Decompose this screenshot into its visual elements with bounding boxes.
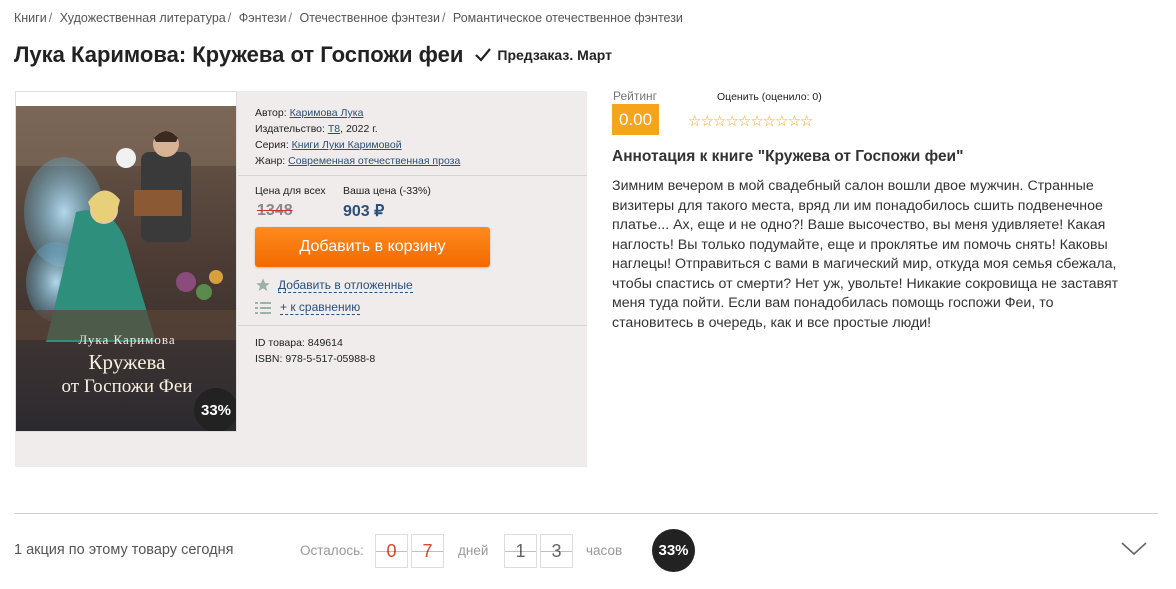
annotation-text: Зимним вечером в мой свадебный салон вош…	[612, 178, 1119, 331]
page-title: Лука Каримова: Кружева от Госпожи феи	[14, 42, 464, 67]
breadcrumb-item-romantic-fantasy[interactable]: Романтическое отечественное фэнтези	[453, 11, 683, 25]
price-new: 903 ₽	[343, 203, 385, 220]
meta-publisher-label: Издательство:	[255, 123, 325, 135]
countdown-days-digit: 0	[375, 534, 408, 568]
price-your-label: Ваша цена (-33%)	[343, 185, 431, 197]
checkmark-icon	[475, 48, 492, 62]
product-card: Лука Каримова Кружева от Госпожи Феи 33%…	[15, 91, 587, 467]
price-old: 1348	[257, 202, 293, 219]
meta-author-label: Автор:	[255, 107, 287, 119]
add-to-deferred-label: Добавить в отложенные	[278, 277, 413, 293]
countdown-hours-digit: 1	[504, 534, 537, 568]
preorder-status: Предзаказ. Март	[497, 47, 612, 63]
rating-value: 0.00	[612, 104, 659, 135]
product-id: ID товара: 849614	[255, 337, 343, 349]
meta-series-link[interactable]: Книги Луки Каримовой	[292, 139, 402, 151]
divider	[14, 513, 1158, 514]
add-to-compare-label: + к сравнению	[280, 300, 361, 315]
meta-author-link[interactable]: Каримова Лука	[290, 107, 364, 119]
countdown-hours-digit: 3	[540, 534, 573, 568]
breadcrumb-separator: /	[441, 11, 446, 25]
rate-label: Оценить (оценило: 0)	[717, 91, 822, 103]
title-row: Лука Каримова: Кружева от Госпожи феи Пр…	[14, 42, 612, 68]
annotation-title: Аннотация к книге "Кружева от Госпожи фе…	[612, 148, 964, 165]
price-all-label: Цена для всех	[255, 185, 326, 197]
breadcrumb-item-domestic-fantasy[interactable]: Отечественное фэнтези	[299, 11, 439, 25]
breadcrumb-separator: /	[227, 11, 232, 25]
breadcrumb-item-books[interactable]: Книги	[14, 11, 47, 25]
chevron-down-icon[interactable]	[1120, 540, 1148, 558]
meta-year: , 2022 г.	[340, 123, 378, 135]
product-isbn: ISBN: 978-5-517-05988-8	[255, 353, 376, 365]
book-cover[interactable]: Лука Каримова Кружева от Госпожи Феи 33%	[15, 91, 237, 432]
product-ids: ID товара: 849614 ISBN: 978-5-517-05988-…	[255, 335, 375, 367]
promo-text[interactable]: 1 акция по этому товару сегодня	[14, 542, 233, 558]
meta-genre-label: Жанр:	[255, 155, 286, 167]
promo-discount-badge: 33%	[652, 529, 695, 572]
breadcrumb-item-fiction[interactable]: Художественная литература	[60, 11, 226, 25]
breadcrumb-separator: /	[288, 11, 292, 25]
countdown-days-digit: 7	[411, 534, 444, 568]
meta-publisher-link[interactable]: Т8	[328, 123, 340, 135]
rating-label: Рейтинг	[613, 89, 658, 103]
cover-title-line1: Кружева	[88, 350, 166, 374]
countdown-days-label: дней	[458, 543, 489, 558]
add-to-compare-link[interactable]: + к сравнению	[255, 300, 361, 315]
meta-publisher-row: Издательство: Т8, 2022 г.	[255, 121, 460, 137]
meta-author-row: Автор: Каримова Лука	[255, 105, 460, 121]
star-icon	[256, 278, 270, 291]
countdown-label: Осталось:	[300, 543, 364, 558]
cover-discount-badge: 33%	[194, 388, 236, 431]
add-to-deferred-link[interactable]: Добавить в отложенные	[255, 277, 413, 293]
rating-stars[interactable]: ☆☆☆☆☆☆☆☆☆☆	[688, 112, 813, 130]
list-icon	[255, 301, 271, 314]
meta-genre-row: Жанр: Современная отечественная проза	[255, 153, 460, 169]
breadcrumb-separator: /	[48, 11, 53, 25]
countdown-hours-label: часов	[586, 543, 623, 558]
breadcrumb-item-fantasy[interactable]: Фэнтези	[239, 11, 287, 25]
breadcrumb: Книги / Художественная литература / Фэнтез…	[14, 11, 683, 25]
add-to-cart-button[interactable]: Добавить в корзину	[255, 227, 490, 267]
book-meta: Автор: Каримова Лука Издательство: Т8, 2…	[255, 105, 460, 169]
meta-genre-link[interactable]: Современная отечественная проза	[288, 155, 460, 167]
cover-author: Лука Каримова	[78, 332, 176, 347]
divider	[238, 325, 587, 326]
meta-series-label: Серия:	[255, 139, 289, 151]
meta-series-row: Серия: Книги Луки Каримовой	[255, 137, 460, 153]
divider	[238, 175, 587, 176]
